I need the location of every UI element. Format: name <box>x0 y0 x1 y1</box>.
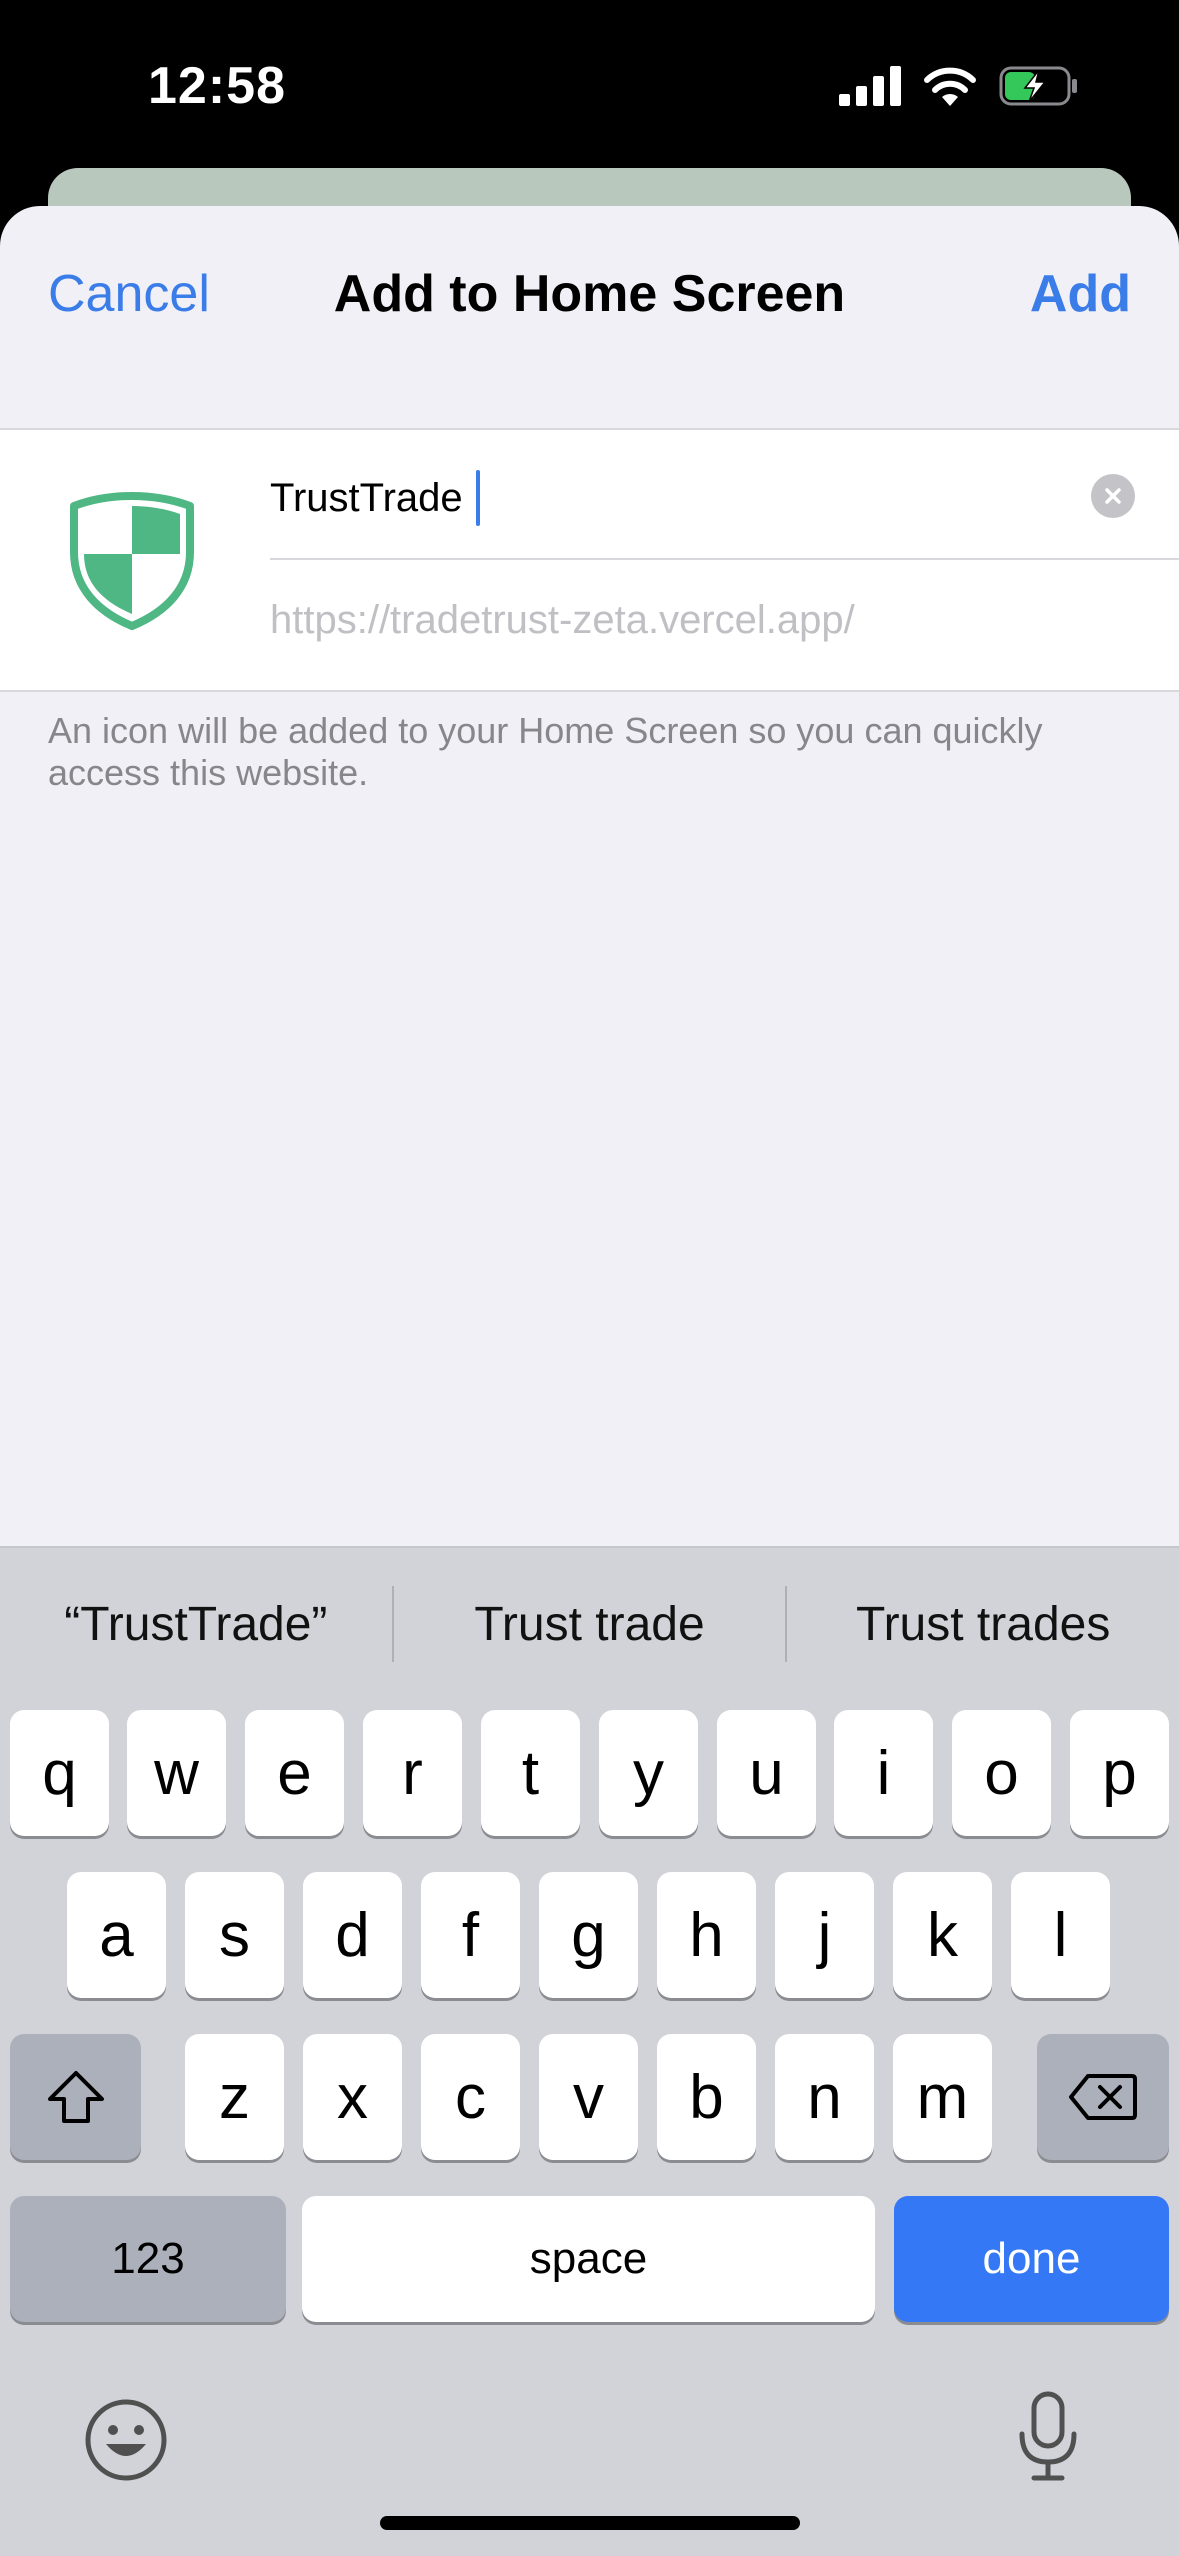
key-w[interactable]: w <box>127 1710 226 1836</box>
key-x[interactable]: x <box>303 2034 402 2160</box>
key-y[interactable]: y <box>599 1710 698 1836</box>
clear-text-button[interactable] <box>1091 474 1135 518</box>
key-i[interactable]: i <box>834 1710 933 1836</box>
text-cursor <box>476 470 480 526</box>
key-f[interactable]: f <box>421 1872 520 1998</box>
done-key[interactable]: done <box>894 2196 1169 2322</box>
name-row <box>270 430 1179 560</box>
key-q[interactable]: q <box>10 1710 109 1836</box>
key-b[interactable]: b <box>657 2034 756 2160</box>
nav-bar: Cancel Add to Home Screen Add <box>0 206 1179 376</box>
battery-charging-icon <box>999 66 1077 106</box>
key-a[interactable]: a <box>67 1872 166 1998</box>
key-l[interactable]: l <box>1011 1872 1110 1998</box>
add-button[interactable]: Add <box>1030 264 1131 324</box>
shield-icon <box>70 492 194 630</box>
bookmark-form: https://tradetrust-zeta.vercel.app/ <box>0 428 1179 692</box>
status-bar: 12:58 <box>0 0 1179 170</box>
suggestion-item[interactable]: Trust trade <box>394 1597 786 1652</box>
key-s[interactable]: s <box>185 1872 284 1998</box>
add-to-home-sheet: Cancel Add to Home Screen Add https://tr… <box>0 206 1179 1546</box>
numbers-key[interactable]: 123 <box>10 2196 286 2322</box>
key-t[interactable]: t <box>481 1710 580 1836</box>
key-o[interactable]: o <box>952 1710 1051 1836</box>
backspace-icon <box>1069 2074 1137 2120</box>
close-icon <box>1105 488 1121 504</box>
cellular-signal-icon <box>839 66 901 106</box>
status-time: 12:58 <box>148 57 286 115</box>
key-n[interactable]: n <box>775 2034 874 2160</box>
bookmark-name-input[interactable] <box>270 470 1030 526</box>
status-icons <box>839 60 1079 112</box>
bookmark-url: https://tradetrust-zeta.vercel.app/ <box>270 598 855 642</box>
keyboard: “TrustTrade” Trust trade Trust trades q … <box>0 1546 1179 2556</box>
key-r[interactable]: r <box>363 1710 462 1836</box>
suggestion-item[interactable]: Trust trades <box>787 1597 1179 1652</box>
key-j[interactable]: j <box>775 1872 874 1998</box>
delete-key[interactable] <box>1037 2034 1169 2160</box>
key-v[interactable]: v <box>539 2034 638 2160</box>
suggestion-item[interactable]: “TrustTrade” <box>0 1597 392 1652</box>
sheet-title: Add to Home Screen <box>333 265 846 323</box>
emoji-icon[interactable] <box>84 2398 168 2482</box>
key-p[interactable]: p <box>1070 1710 1169 1836</box>
predictive-suggestions: “TrustTrade” Trust trade Trust trades <box>0 1548 1179 1700</box>
space-key[interactable]: space <box>302 2196 875 2322</box>
key-d[interactable]: d <box>303 1872 402 1998</box>
key-m[interactable]: m <box>893 2034 992 2160</box>
wifi-icon <box>924 67 976 106</box>
microphone-icon[interactable] <box>1016 2390 1080 2482</box>
key-k[interactable]: k <box>893 1872 992 1998</box>
key-c[interactable]: c <box>421 2034 520 2160</box>
shift-arrow-icon <box>47 2071 104 2123</box>
shift-key[interactable] <box>10 2034 141 2160</box>
helper-text: An icon will be added to your Home Scree… <box>48 710 1043 793</box>
key-z[interactable]: z <box>185 2034 284 2160</box>
key-u[interactable]: u <box>717 1710 816 1836</box>
key-g[interactable]: g <box>539 1872 638 1998</box>
key-e[interactable]: e <box>245 1710 344 1836</box>
home-indicator[interactable] <box>380 2516 800 2530</box>
key-h[interactable]: h <box>657 1872 756 1998</box>
